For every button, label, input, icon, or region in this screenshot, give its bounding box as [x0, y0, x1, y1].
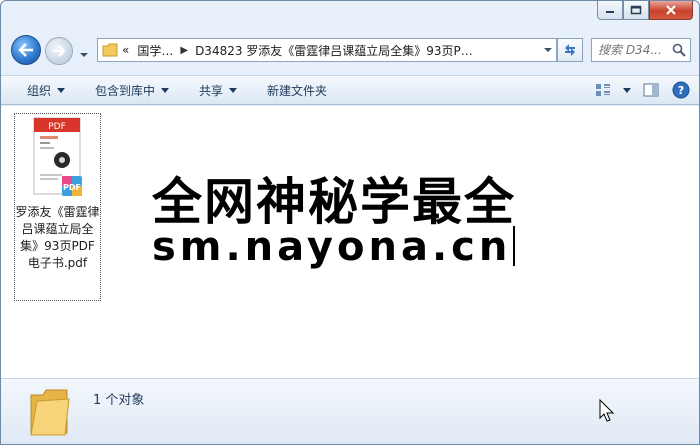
- watermark-overlay: 全网神秘学最全 sm.nayona.cn: [148, 160, 554, 284]
- svg-text:?: ?: [678, 84, 684, 97]
- breadcrumb-item-current[interactable]: D34823 罗添友《雷霆律吕课蕴立局全集》93页P…: [191, 39, 477, 61]
- search-icon: [672, 43, 686, 57]
- view-controls: ?: [591, 79, 699, 101]
- address-bar[interactable]: « 国学… ▶ D34823 罗添友《雷霆律吕课蕴立局全集》93页P…: [97, 38, 557, 62]
- chevron-down-icon: [80, 53, 88, 57]
- watermark-url-line: sm.nayona.cn: [152, 224, 516, 270]
- recent-pages-dropdown[interactable]: [79, 47, 89, 61]
- address-row: « 国学… ▶ D34823 罗添友《雷霆律吕课蕴立局全集》93页P…: [1, 27, 699, 71]
- chevron-down-icon: [544, 48, 552, 52]
- include-in-library-label: 包含到库中: [95, 83, 156, 98]
- pdf-badge: PDF: [48, 122, 66, 132]
- new-folder-label: 新建文件夹: [267, 83, 328, 98]
- change-view-button[interactable]: [591, 79, 615, 101]
- include-in-library-menu[interactable]: 包含到库中: [89, 77, 175, 103]
- mouse-cursor-icon: [599, 399, 615, 422]
- svg-text:PDF: PDF: [63, 183, 81, 192]
- breadcrumb-label: 国学…: [137, 43, 174, 58]
- close-button[interactable]: [649, 1, 693, 20]
- chevron-down-icon: [161, 87, 170, 93]
- organize-label: 组织: [27, 83, 52, 98]
- help-icon: ?: [672, 81, 690, 99]
- share-menu[interactable]: 共享: [193, 77, 243, 103]
- refresh-button[interactable]: [557, 38, 583, 62]
- search-input[interactable]: [598, 43, 668, 57]
- command-bar: 组织 包含到库中 共享 新建文件夹 ?: [1, 75, 699, 105]
- preview-pane-button[interactable]: [639, 79, 663, 101]
- pdf-file-icon: PDF PDF: [33, 117, 82, 196]
- file-item[interactable]: PDF PDF 罗添友《雷霆律吕课蕴立局全集》93页PDF电子书.pdf: [14, 113, 101, 301]
- breadcrumb-label: D34823 罗添友《雷霆律吕课蕴立局全集》93页P…: [195, 43, 473, 58]
- chevron-down-icon: [623, 87, 631, 93]
- details-pane: 1 个对象: [1, 378, 699, 444]
- minimize-icon: [606, 11, 614, 13]
- minimize-button[interactable]: [597, 1, 623, 20]
- folder-icon: [102, 43, 118, 57]
- explorer-window: « 国学… ▶ D34823 罗添友《雷霆律吕课蕴立局全集》93页P… 搜索 D…: [0, 0, 700, 445]
- chevron-down-icon: [57, 87, 66, 93]
- back-button[interactable]: [11, 35, 41, 65]
- search-field[interactable]: [591, 38, 691, 62]
- refresh-icon: [565, 44, 575, 56]
- breadcrumb-separator-icon[interactable]: ▶: [177, 45, 191, 56]
- maximize-button[interactable]: [623, 1, 649, 20]
- caption-buttons: [597, 1, 693, 21]
- preview-pane-icon: [643, 83, 659, 97]
- folder-icon: [30, 389, 70, 436]
- help-button[interactable]: ?: [669, 79, 693, 101]
- breadcrumb-item-parent[interactable]: 国学…: [133, 39, 177, 61]
- breadcrumb-overflow[interactable]: «: [118, 39, 133, 61]
- breadcrumb-overflow-label: «: [122, 43, 130, 57]
- forward-button[interactable]: [45, 37, 73, 65]
- new-folder-button[interactable]: 新建文件夹: [261, 77, 333, 103]
- view-dropdown[interactable]: [621, 79, 633, 101]
- organize-menu[interactable]: 组织: [21, 77, 71, 103]
- address-history-dropdown[interactable]: [540, 39, 556, 61]
- view-options-icon: [596, 84, 610, 96]
- file-name: 罗添友《雷霆律吕课蕴立局全集》93页PDF电子书.pdf: [15, 205, 100, 270]
- arrow-left-icon: [18, 43, 33, 57]
- item-count: 1 个对象: [93, 393, 145, 408]
- arrow-right-icon: [53, 45, 66, 57]
- chevron-down-icon: [229, 87, 238, 93]
- file-list-area[interactable]: PDF PDF 罗添友《雷霆律吕课蕴立局全集》93页PDF电子书.pdf 全网神…: [1, 106, 699, 378]
- close-icon: [666, 5, 676, 15]
- maximize-icon: [630, 5, 642, 15]
- watermark-url: sm.nayona.cn: [152, 224, 512, 270]
- share-label: 共享: [199, 83, 224, 98]
- text-caret: [513, 226, 516, 266]
